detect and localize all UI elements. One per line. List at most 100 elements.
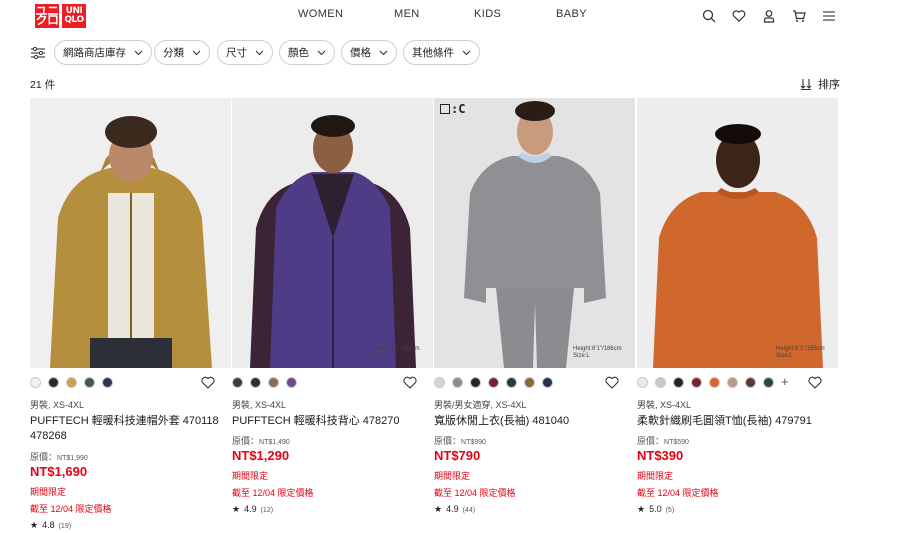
original-price: 原價：NT$990 bbox=[434, 434, 486, 447]
color-swatch[interactable] bbox=[637, 377, 648, 388]
product-image[interactable]: :C Height:6'1"/186cm Size:L bbox=[434, 98, 635, 368]
color-swatch[interactable] bbox=[727, 377, 738, 388]
nav-men[interactable]: MEN bbox=[394, 8, 420, 20]
original-price-value: NT$1,490 bbox=[259, 439, 290, 446]
original-price-value: NT$990 bbox=[461, 439, 486, 446]
color-swatch[interactable] bbox=[673, 377, 684, 388]
color-swatch[interactable] bbox=[709, 377, 720, 388]
chip-label: 網路商店庫存 bbox=[63, 47, 126, 59]
color-swatch[interactable] bbox=[745, 377, 756, 388]
product-image[interactable]: Height:6'1"/186cm Size:L bbox=[232, 98, 433, 368]
chip-label: 尺寸 bbox=[226, 47, 247, 59]
color-swatch[interactable] bbox=[232, 377, 243, 388]
color-swatch[interactable] bbox=[506, 377, 517, 388]
color-swatch[interactable] bbox=[286, 377, 297, 388]
chevron-down-icon bbox=[317, 50, 326, 55]
color-swatch[interactable] bbox=[655, 377, 666, 388]
nav-kids[interactable]: KIDS bbox=[474, 8, 501, 20]
filter-sliders-icon[interactable] bbox=[30, 46, 46, 60]
color-swatch[interactable] bbox=[434, 377, 445, 388]
product-name[interactable]: 寬版休閒上衣(長袖) 481040 bbox=[434, 414, 629, 429]
star-icon: ★ bbox=[30, 520, 39, 530]
nav-women[interactable]: WOMEN bbox=[298, 8, 343, 20]
sale-price: NT$790 bbox=[434, 448, 481, 463]
promo-deadline: 截至 12/04 限定價格 bbox=[232, 488, 314, 498]
promo-label: 期間限定 bbox=[637, 471, 674, 481]
color-swatch[interactable] bbox=[250, 377, 261, 388]
color-swatch[interactable] bbox=[268, 377, 279, 388]
chip-label: 價格 bbox=[350, 47, 371, 59]
original-price-label: 原價： bbox=[637, 436, 665, 446]
site-header: ユニ クロ UNI QLO WOMEN MEN KIDS BABY bbox=[0, 0, 900, 36]
filter-online-stock[interactable]: 網路商店庫存 bbox=[54, 40, 152, 65]
original-price: 原價：NT$1,990 bbox=[30, 450, 88, 463]
product-name[interactable]: 柔軟針織刷毛圓領T恤(長袖) 479791 bbox=[637, 414, 832, 429]
product-image[interactable]: Height:6'1"/185cm Size:L bbox=[637, 98, 838, 368]
chevron-down-icon bbox=[134, 50, 143, 55]
review-count: (5) bbox=[665, 507, 675, 514]
product-name[interactable]: PUFFTECH 輕暖科技背心 478270 bbox=[232, 414, 427, 429]
model-size-note: Height:6'1"/185cm Size:L bbox=[776, 346, 825, 359]
promo-label: 期間限定 bbox=[434, 471, 471, 481]
color-swatch[interactable] bbox=[66, 377, 77, 388]
user-icon[interactable] bbox=[762, 9, 776, 23]
wishlist-heart-icon[interactable] bbox=[808, 376, 822, 389]
cart-icon[interactable] bbox=[792, 9, 806, 23]
filter-size[interactable]: 尺寸 bbox=[217, 40, 273, 65]
filter-bar: 網路商店庫存 分類 尺寸 顏色 價格 其他條件 bbox=[0, 40, 900, 66]
uniqlo-logo[interactable]: ユニ クロ UNI QLO bbox=[35, 4, 86, 28]
promo-deadline: 截至 12/04 限定價格 bbox=[637, 488, 719, 498]
original-price-label: 原價： bbox=[434, 436, 462, 446]
filter-price[interactable]: 價格 bbox=[341, 40, 397, 65]
color-swatch[interactable] bbox=[102, 377, 113, 388]
rating: ★ 5.0 (5) bbox=[637, 504, 674, 515]
rating-value: 4.9 bbox=[446, 504, 459, 514]
wishlist-heart-icon[interactable] bbox=[605, 376, 619, 389]
sort-label: 排序 bbox=[818, 79, 840, 91]
sort-button[interactable]: 排序 bbox=[800, 76, 840, 92]
chevron-down-icon bbox=[379, 50, 388, 55]
filter-category[interactable]: 分類 bbox=[154, 40, 210, 65]
product-category: 男裝, XS-4XL bbox=[232, 400, 287, 410]
filter-color[interactable]: 顏色 bbox=[279, 40, 335, 65]
color-swatch[interactable] bbox=[452, 377, 463, 388]
nav-baby[interactable]: BABY bbox=[556, 8, 587, 20]
filter-other[interactable]: 其他條件 bbox=[403, 40, 480, 65]
original-price-value: NT$1,990 bbox=[57, 455, 88, 462]
color-swatch[interactable] bbox=[488, 377, 499, 388]
brand-mark: :C bbox=[440, 102, 465, 116]
color-swatch[interactable] bbox=[84, 377, 95, 388]
sort-icon bbox=[800, 79, 812, 90]
color-swatch[interactable] bbox=[470, 377, 481, 388]
wishlist-heart-icon[interactable] bbox=[403, 376, 417, 389]
sale-price: NT$390 bbox=[637, 448, 684, 463]
chip-label: 其他條件 bbox=[412, 47, 454, 59]
color-swatch[interactable] bbox=[691, 377, 702, 388]
color-swatch[interactable] bbox=[48, 377, 59, 388]
color-swatch[interactable] bbox=[542, 377, 553, 388]
color-swatch[interactable] bbox=[30, 377, 41, 388]
chevron-down-icon bbox=[462, 50, 471, 55]
wishlist-heart-icon[interactable] bbox=[201, 376, 215, 389]
grid-square-icon bbox=[440, 104, 450, 114]
rating-value: 5.0 bbox=[649, 504, 662, 514]
product-name[interactable]: PUFFTECH 輕暖科技連帽外套 470118 478268 bbox=[30, 414, 225, 444]
color-swatch[interactable] bbox=[763, 377, 774, 388]
model-size-note: Height:6'1"/186cm Size:L bbox=[573, 346, 622, 359]
product-category: 男裝/男女適穿, XS-4XL bbox=[434, 400, 527, 410]
original-price-label: 原價： bbox=[30, 452, 58, 462]
hamburger-menu-icon[interactable] bbox=[822, 9, 836, 23]
star-icon: ★ bbox=[637, 504, 646, 514]
model-size-note: Height:6'1"/186cm Size:L bbox=[371, 346, 420, 359]
brand-mark-text: :C bbox=[451, 102, 466, 116]
review-count: (19) bbox=[58, 523, 72, 530]
review-count: (12) bbox=[260, 507, 274, 514]
sale-price: NT$1,690 bbox=[30, 464, 88, 479]
product-image[interactable] bbox=[30, 98, 231, 368]
rating-value: 4.8 bbox=[42, 520, 55, 530]
color-swatch[interactable] bbox=[524, 377, 535, 388]
heart-icon[interactable] bbox=[732, 9, 746, 23]
search-icon[interactable] bbox=[702, 9, 716, 23]
promo-label: 期間限定 bbox=[30, 487, 67, 497]
more-colors-plus-icon[interactable]: + bbox=[781, 374, 789, 389]
